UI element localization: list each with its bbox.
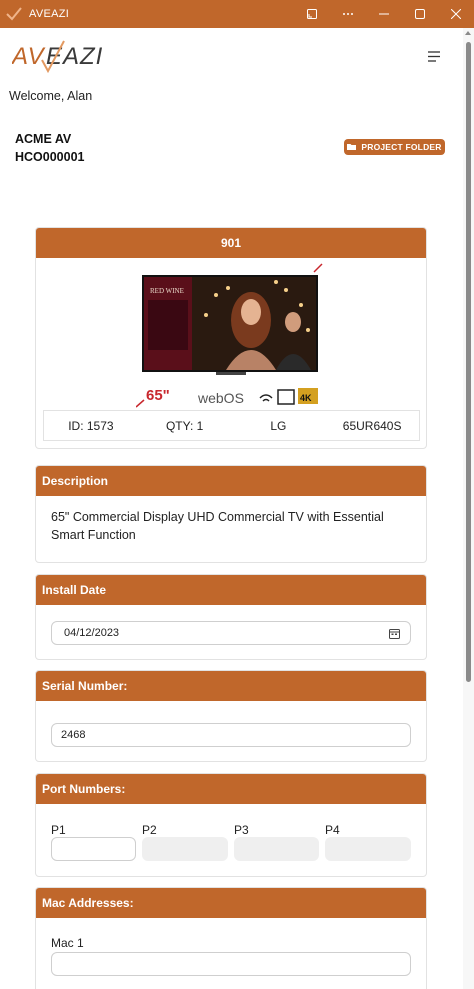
port-label-p1: P1 (51, 823, 66, 837)
window-titlebar: AVEAZI (0, 0, 474, 28)
minimize-icon[interactable] (366, 0, 402, 28)
port-p3-input[interactable] (234, 837, 319, 861)
image-size-text: 65" (146, 387, 170, 404)
port-numbers-header: Port Numbers: (36, 774, 426, 804)
port-label-p3: P3 (234, 823, 249, 837)
app-check-logo-icon (3, 0, 25, 28)
scrollbar-thumb[interactable] (466, 42, 471, 682)
hamburger-menu-icon[interactable] (426, 50, 442, 64)
port-numbers-card: Port Numbers: P1 P2 P3 P4 (35, 773, 427, 877)
install-date-card: Install Date 04/12/2023 (35, 574, 427, 660)
product-model: 65UR640S (342, 418, 402, 433)
product-specs-row: ID: 1573 QTY: 1 LG 65UR640S (43, 410, 420, 441)
description-card: Description 65" Commercial Display UHD C… (35, 465, 427, 563)
window-title: AVEAZI (29, 8, 70, 20)
description-text: 65" Commercial Display UHD Commercial TV… (51, 510, 384, 542)
mac-address-1-input[interactable] (51, 952, 411, 976)
company-name: ACME AV (15, 132, 72, 146)
image-4k-badge: 4K (300, 393, 312, 403)
product-image: RED WINE 65" webOS 4K (135, 260, 336, 408)
project-folder-button[interactable]: PROJECT FOLDER (344, 139, 445, 155)
svg-text:AV: AV (12, 43, 46, 70)
image-brand-text: webOS (197, 390, 244, 406)
more-options-icon[interactable] (330, 0, 366, 28)
maximize-icon[interactable] (402, 0, 438, 28)
product-name-header: 901 (36, 228, 426, 258)
product-qty: QTY: 1 (165, 418, 204, 433)
folder-open-icon (347, 144, 357, 150)
description-header: Description (36, 466, 426, 496)
install-date-value: 04/12/2023 (64, 627, 120, 639)
cast-icon[interactable] (294, 0, 330, 28)
mac-addresses-card: Mac Addresses: Mac 1 (35, 887, 427, 989)
port-label-p4: P4 (325, 823, 340, 837)
aveazi-logo: AV EAZI (10, 38, 107, 74)
serial-number-input[interactable]: 2468 (51, 723, 411, 747)
install-date-header: Install Date (36, 575, 426, 605)
mac-label-1: Mac 1 (51, 936, 84, 950)
port-label-p2: P2 (142, 823, 157, 837)
close-icon[interactable] (438, 0, 474, 28)
install-date-input[interactable]: 04/12/2023 (51, 621, 411, 645)
welcome-message: Welcome, Alan (9, 89, 93, 103)
project-folder-label: PROJECT FOLDER (361, 142, 442, 152)
project-code: HCO000001 (15, 150, 85, 164)
serial-number-card: Serial Number: 2468 (35, 670, 427, 762)
calendar-icon[interactable] (389, 628, 400, 639)
port-p1-input[interactable] (51, 837, 136, 861)
project-info: ACME AV HCO000001 (15, 130, 85, 166)
scroll-up-arrow-icon[interactable] (465, 31, 471, 35)
serial-number-value: 2468 (61, 729, 86, 741)
mac-addresses-header: Mac Addresses: (36, 888, 426, 918)
product-id: ID: 1573 (68, 418, 114, 433)
port-p4-input[interactable] (325, 837, 411, 861)
image-poster-text: RED WINE (150, 287, 184, 295)
port-p2-input[interactable] (142, 837, 228, 861)
serial-number-header: Serial Number: (36, 671, 426, 701)
vertical-scrollbar[interactable] (463, 28, 474, 989)
product-card: 901 RED WINE 65" webOS 4K ID: 1573 QTY: … (35, 227, 427, 449)
product-make: LG (270, 418, 287, 433)
